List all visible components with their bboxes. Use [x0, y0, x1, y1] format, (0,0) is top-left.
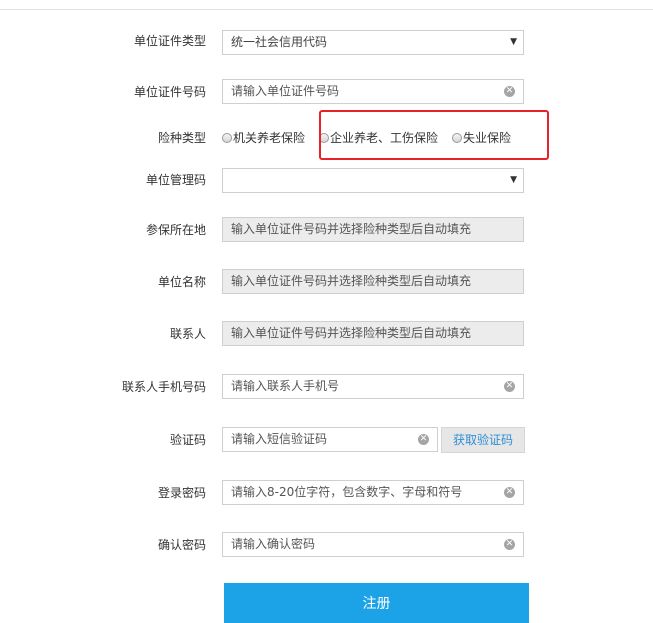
mgmt-code-label: 单位管理码 — [145, 173, 206, 187]
insurance-type-label: 险种类型 — [157, 131, 206, 145]
contact-label: 联系人 — [169, 327, 206, 341]
caret-down-icon: ▼ — [510, 175, 517, 185]
contact-field: 输入单位证件号码并选择险种类型后自动填充 — [222, 321, 524, 346]
sms-code-placeholder: 请输入短信验证码 — [231, 432, 328, 446]
radio-circle-icon[interactable] — [222, 133, 232, 143]
location-label: 参保所在地 — [145, 223, 206, 237]
contact-phone-input[interactable]: 请输入联系人手机号 ✕ — [222, 374, 524, 399]
radio-organ-pension-label: 机关养老保险 — [233, 131, 306, 145]
cert-no-placeholder: 请输入单位证件号码 — [231, 84, 340, 98]
cert-no-label: 单位证件号码 — [133, 85, 206, 99]
unit-name-field: 输入单位证件号码并选择险种类型后自动填充 — [222, 269, 524, 294]
confirm-password-input[interactable]: 请输入确认密码 ✕ — [222, 532, 524, 557]
register-button[interactable]: 注册 — [224, 583, 529, 623]
caret-down-icon: ▼ — [510, 37, 517, 47]
clear-circle-icon[interactable]: ✕ — [504, 86, 515, 97]
password-placeholder: 请输入8-20位字符，包含数字、字母和符号 — [231, 485, 463, 499]
password-input[interactable]: 请输入8-20位字符，包含数字、字母和符号 ✕ — [222, 480, 524, 505]
radio-organ-pension[interactable]: 机关养老保险 — [222, 130, 305, 146]
location-placeholder: 输入单位证件号码并选择险种类型后自动填充 — [231, 222, 472, 236]
mgmt-code-select[interactable]: ▼ — [222, 168, 524, 193]
contact-placeholder: 输入单位证件号码并选择险种类型后自动填充 — [231, 326, 472, 340]
sms-code-label: 验证码 — [169, 433, 206, 447]
sms-code-input[interactable]: 请输入短信验证码 ✕ — [222, 427, 438, 452]
cert-type-value: 统一社会信用代码 — [231, 35, 328, 49]
unit-name-label: 单位名称 — [157, 275, 206, 289]
cert-type-label: 单位证件类型 — [133, 34, 206, 48]
contact-phone-label: 联系人手机号码 — [121, 380, 206, 394]
highlight-annotation-box — [319, 110, 549, 160]
cert-no-input[interactable]: 请输入单位证件号码 ✕ — [222, 79, 524, 104]
clear-circle-icon[interactable]: ✕ — [418, 434, 429, 445]
password-label: 登录密码 — [157, 486, 206, 500]
confirm-password-placeholder: 请输入确认密码 — [231, 537, 316, 551]
location-field: 输入单位证件号码并选择险种类型后自动填充 — [222, 217, 524, 242]
confirm-password-label: 确认密码 — [157, 538, 206, 552]
clear-circle-icon[interactable]: ✕ — [504, 539, 515, 550]
cert-type-select[interactable]: 统一社会信用代码 ▼ — [222, 30, 524, 55]
unit-name-placeholder: 输入单位证件号码并选择险种类型后自动填充 — [231, 274, 472, 288]
contact-phone-placeholder: 请输入联系人手机号 — [231, 379, 340, 393]
clear-circle-icon[interactable]: ✕ — [504, 487, 515, 498]
top-divider — [0, 9, 653, 10]
get-sms-code-button[interactable]: 获取验证码 — [441, 427, 525, 453]
clear-circle-icon[interactable]: ✕ — [504, 381, 515, 392]
